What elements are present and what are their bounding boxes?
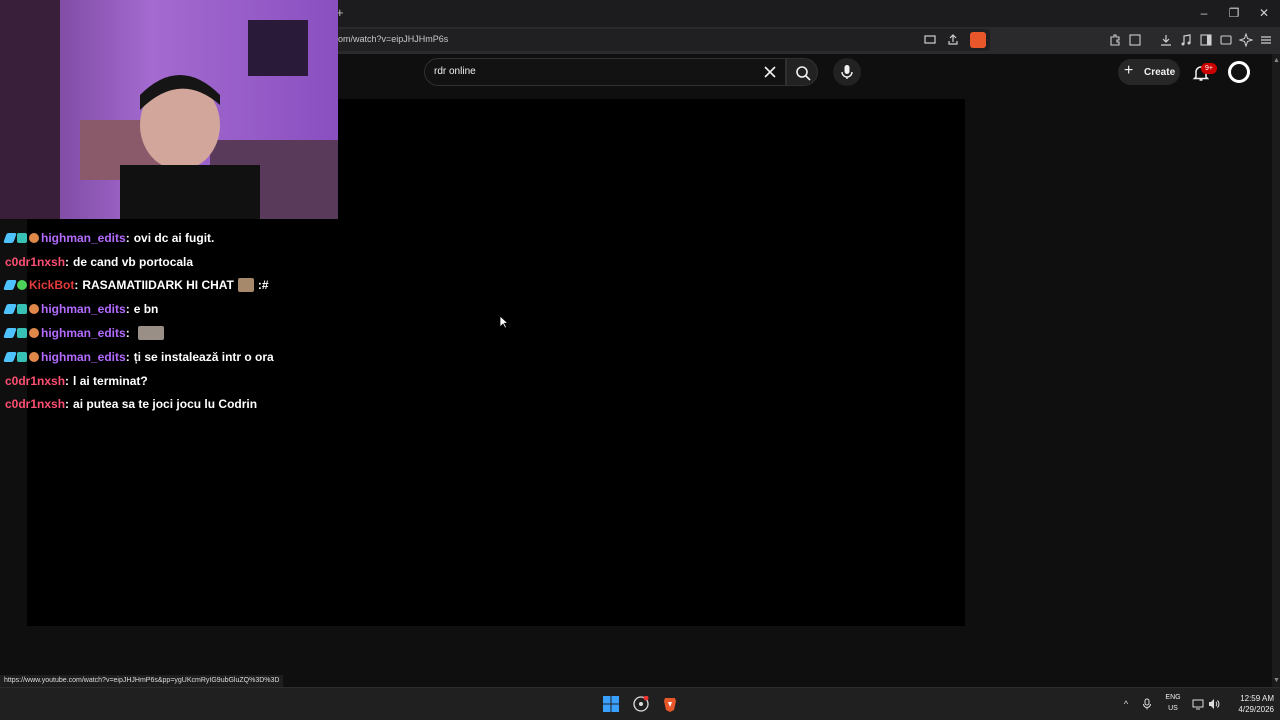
chat-text: ți se instalează intr o ora (133, 349, 274, 364)
search-input-value[interactable]: rdr online (434, 66, 476, 77)
language-indicator[interactable]: ENG (1162, 694, 1184, 701)
windows-start-icon[interactable] (603, 696, 619, 712)
microphone-icon (841, 65, 853, 79)
scroll-down-icon[interactable]: ▼ (1273, 677, 1280, 684)
network-icon[interactable] (1192, 698, 1204, 710)
clear-search-icon[interactable] (762, 64, 778, 80)
search-input[interactable] (424, 58, 786, 86)
chat-overlay: highman_edits: ovi dc ai fugit. c0dr1nxs… (3, 226, 335, 416)
tab-search-icon[interactable] (1128, 33, 1142, 47)
bot-badge-icon (17, 280, 27, 291)
mouse-cursor-icon (499, 315, 508, 329)
menu-icon[interactable] (1259, 33, 1273, 47)
subscriber-badge-icon (17, 304, 27, 315)
download-icon[interactable] (1159, 33, 1173, 47)
chat-text: ovi dc ai fugit. (133, 230, 215, 245)
obs-icon[interactable] (633, 696, 649, 712)
microphone-tray-icon[interactable] (1141, 698, 1153, 710)
clock-time[interactable]: 12:59 AM (1222, 694, 1274, 703)
scroll-up-icon[interactable]: ▲ (1273, 57, 1280, 64)
show-hidden-icons-icon[interactable]: ^ (1120, 698, 1132, 710)
cast-icon[interactable] (923, 33, 937, 47)
plus-icon: + (1124, 62, 1134, 79)
brave-shield-icon[interactable] (970, 32, 986, 48)
share-icon[interactable] (946, 33, 960, 47)
chat-text: l ai terminat? (73, 373, 148, 388)
chat-username: highman_edits (41, 349, 126, 364)
chat-username: c0dr1nxsh (5, 254, 66, 269)
chat-username: c0dr1nxsh (5, 373, 66, 388)
moderator-badge-icon (3, 328, 17, 339)
volume-icon[interactable] (1208, 698, 1220, 710)
media-icon[interactable] (1179, 33, 1193, 47)
sidebar-icon[interactable] (1199, 33, 1213, 47)
chat-text-suffix: :# (257, 278, 269, 293)
voice-search-button[interactable] (833, 58, 861, 86)
chat-text: e bn (133, 302, 159, 317)
emote-icon (237, 278, 254, 293)
clock-date[interactable]: 4/29/2026 (1222, 705, 1274, 714)
chat-message: highman_edits: ovi dc ai fugit. (3, 226, 335, 250)
chat-username: c0dr1nxsh (5, 397, 66, 412)
chat-message: highman_edits: e bn (3, 297, 335, 321)
moderator-badge-icon (3, 304, 17, 315)
create-button-label: Create (1144, 67, 1176, 78)
subscriber-badge-icon (17, 232, 27, 243)
close-window-button[interactable]: ✕ (1256, 5, 1272, 21)
chat-text: RASAMATIIDARK HI CHAT (82, 278, 234, 293)
address-bar-url[interactable]: om/watch?v=eipJHJHmP6s (338, 34, 448, 44)
webcam-overlay (0, 0, 338, 219)
account-avatar[interactable] (1228, 61, 1250, 83)
chat-username: highman_edits (41, 326, 126, 341)
chat-message: highman_edits: (3, 321, 335, 345)
moderator-badge-icon (3, 351, 17, 362)
moderator-badge-icon (3, 232, 17, 243)
moderator-badge-icon (3, 280, 17, 291)
radiation-badge-icon (29, 304, 39, 315)
page-scrollbar[interactable] (1272, 54, 1280, 687)
chat-username: KickBot (29, 278, 75, 293)
search-icon (796, 66, 811, 81)
subscriber-badge-icon (17, 351, 27, 362)
search-button[interactable] (786, 58, 818, 86)
chat-message: c0dr1nxsh: l ai terminat? (5, 373, 148, 388)
chat-text: ai putea sa te joci jocu lu Codrin (73, 397, 258, 412)
chat-username: highman_edits (41, 230, 126, 245)
brave-browser-icon[interactable] (662, 696, 678, 712)
maximize-button[interactable]: ❐ (1226, 5, 1242, 21)
extensions-icon[interactable] (1108, 33, 1122, 47)
radiation-badge-icon (29, 351, 39, 362)
language-region[interactable]: US (1162, 705, 1184, 712)
leo-ai-icon[interactable] (1239, 33, 1253, 47)
radiation-badge-icon (29, 232, 39, 243)
subscriber-badge-icon (17, 328, 27, 339)
chat-text: de cand vb portocala (73, 254, 194, 269)
minimize-button[interactable]: – (1196, 5, 1212, 21)
chat-username: highman_edits (41, 302, 126, 317)
radiation-badge-icon (29, 328, 39, 339)
wallet-icon[interactable] (1219, 33, 1233, 47)
emote-icon (137, 326, 164, 341)
chat-message: c0dr1nxsh: ai putea sa te joci jocu lu C… (5, 397, 258, 412)
webcam-feed (0, 0, 338, 219)
chat-message: KickBot: RASAMATIIDARK HI CHAT :# (3, 274, 335, 298)
notification-count-badge: 9+ (1201, 63, 1217, 74)
status-bar-url: https://www.youtube.com/watch?v=eipJHJHm… (0, 675, 284, 687)
chat-message: highman_edits: ți se instalează intr o o… (3, 345, 335, 369)
chat-message: c0dr1nxsh: de cand vb portocala (5, 254, 194, 269)
